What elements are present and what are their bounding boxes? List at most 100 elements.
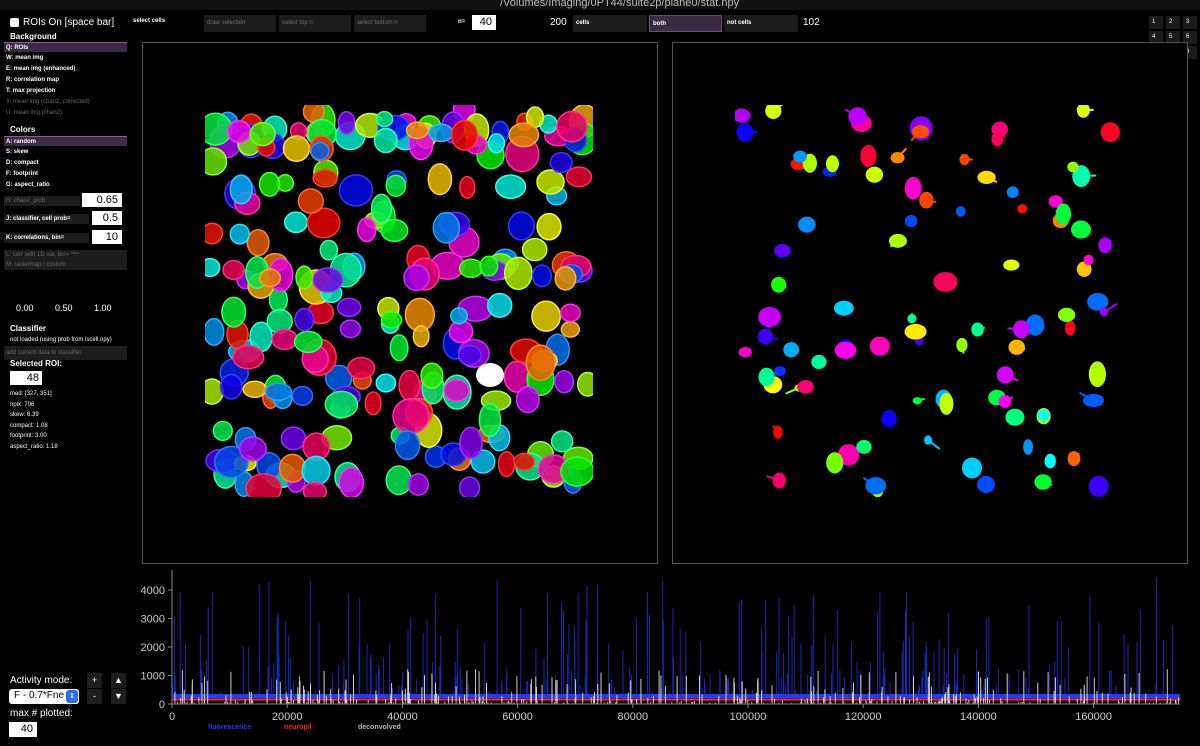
roi-mask[interactable]: [412, 325, 430, 348]
roi-mask[interactable]: [536, 212, 562, 241]
roi-mask[interactable]: [458, 258, 484, 279]
roi-mask[interactable]: [385, 465, 413, 496]
roi-mask[interactable]: [283, 211, 309, 234]
background-option-2[interactable]: E: mean img (enhanced): [4, 64, 127, 74]
draw-selection-button[interactable]: draw selection: [204, 15, 276, 32]
roi-mask[interactable]: [998, 395, 1012, 408]
roi-mask[interactable]: [302, 481, 328, 497]
roi-mask[interactable]: [389, 334, 409, 362]
roi-mask[interactable]: [869, 336, 890, 356]
background-option-4[interactable]: T: max projection: [4, 86, 127, 96]
color-option-4[interactable]: G: aspect_ratio: [4, 180, 127, 190]
roi-mask[interactable]: [507, 211, 535, 241]
roi-mask[interactable]: [370, 193, 393, 224]
roi-mask[interactable]: [280, 426, 307, 451]
roi-mask[interactable]: [450, 307, 469, 325]
roi-mask[interactable]: [531, 264, 553, 288]
background-option-5[interactable]: Y: mean img (chan2, corrected): [4, 97, 127, 107]
roi-mask[interactable]: [375, 110, 394, 128]
cells-roi-image[interactable]: [205, 105, 593, 497]
roi-mask[interactable]: [403, 264, 430, 292]
selected-roi-mask[interactable]: [476, 363, 504, 387]
roi-mask[interactable]: [356, 217, 377, 243]
roi-mask[interactable]: [783, 342, 800, 358]
roi-mask[interactable]: [550, 430, 574, 453]
color-option-2[interactable]: D: compact: [4, 158, 127, 168]
add-to-classifier-button[interactable]: add current data to classifier: [4, 346, 127, 360]
color-option-1[interactable]: S: skew: [4, 147, 127, 157]
view-button-2[interactable]: 2: [1166, 16, 1180, 29]
roi-mask[interactable]: [219, 373, 243, 400]
color-option-0[interactable]: A: random: [4, 136, 127, 146]
roi-mask[interactable]: [301, 455, 331, 486]
roi-mask[interactable]: [559, 303, 581, 323]
roi-mask[interactable]: [881, 409, 897, 428]
roi-mask[interactable]: [833, 300, 854, 316]
roi-mask[interactable]: [497, 450, 516, 478]
roi-mask[interactable]: [295, 265, 314, 290]
n-input[interactable]: 40: [472, 15, 496, 30]
select-top-n-button[interactable]: select top n: [279, 15, 351, 32]
roi-mask[interactable]: [407, 473, 429, 496]
roi-mask[interactable]: [848, 107, 868, 126]
roi-mask[interactable]: [774, 243, 791, 258]
view-button-3[interactable]: 3: [1183, 16, 1197, 29]
roi-mask[interactable]: [337, 110, 356, 135]
roi-mask[interactable]: [1083, 254, 1094, 266]
decrease-plotted-button[interactable]: -: [87, 689, 102, 704]
roi-mask[interactable]: [773, 366, 786, 377]
background-option-6[interactable]: U: mean img (chan2): [4, 108, 127, 118]
roi-mask[interactable]: [536, 169, 565, 195]
roi-mask[interactable]: [554, 369, 575, 394]
roi-mask[interactable]: [398, 369, 421, 402]
roi-mask[interactable]: [826, 452, 844, 474]
roi-mask[interactable]: [246, 228, 270, 257]
roi-mask[interactable]: [797, 380, 814, 394]
roi-mask[interactable]: [797, 216, 816, 233]
background-option-3[interactable]: R: correlation map: [4, 75, 127, 85]
rois-toggle[interactable]: ROIs On [space bar]: [10, 16, 114, 28]
view-button-1[interactable]: 1: [1149, 16, 1163, 29]
roi-mask[interactable]: [971, 322, 984, 337]
background-option-0[interactable]: Q: ROIs: [4, 42, 127, 52]
roi-mask[interactable]: [385, 174, 407, 197]
roi-mask[interactable]: [227, 120, 252, 144]
roi-mask[interactable]: [312, 168, 338, 188]
roi-mask[interactable]: [515, 385, 540, 414]
roi-mask[interactable]: [865, 166, 884, 183]
roi-mask[interactable]: [249, 121, 276, 147]
max-plotted-input[interactable]: 40: [9, 722, 37, 737]
chan2-prob-input[interactable]: 0.65: [82, 193, 122, 207]
cells-image-panel[interactable]: [142, 42, 658, 564]
roi-mask[interactable]: [459, 426, 483, 460]
corr-1d-button[interactable]: L: corr with 1D var, bin= ^^^: [4, 250, 127, 260]
roi-mask[interactable]: [1076, 105, 1090, 118]
roi-mask[interactable]: [549, 151, 573, 174]
correlations-button[interactable]: K: correlations, bin=: [4, 233, 89, 243]
roi-mask[interactable]: [955, 206, 966, 217]
rastermap-button[interactable]: M: rastermap / custom: [4, 260, 127, 270]
roi-mask[interactable]: [904, 323, 927, 340]
roi-mask[interactable]: [487, 133, 506, 154]
roi-mask[interactable]: [297, 188, 324, 214]
selected-roi-input[interactable]: 48: [10, 371, 42, 385]
rois-checkbox[interactable]: [10, 17, 19, 27]
not-cells-button[interactable]: not cells: [724, 15, 798, 32]
roi-mask[interactable]: [373, 127, 398, 154]
roi-mask[interactable]: [205, 317, 225, 346]
roi-mask[interactable]: [420, 362, 444, 389]
roi-mask[interactable]: [904, 176, 922, 200]
roi-mask[interactable]: [758, 367, 775, 387]
roi-mask[interactable]: [380, 311, 403, 329]
roi-mask[interactable]: [486, 292, 513, 318]
roi-mask[interactable]: [324, 390, 359, 419]
classifier-cell-prob-input[interactable]: 0.5: [92, 211, 122, 225]
roi-mask[interactable]: [904, 214, 918, 227]
roi-mask[interactable]: [428, 123, 454, 143]
roi-mask[interactable]: [825, 155, 839, 173]
roi-mask[interactable]: [560, 456, 593, 487]
roi-mask[interactable]: [405, 121, 429, 140]
roi-mask[interactable]: [531, 300, 562, 332]
roi-mask[interactable]: [1023, 439, 1033, 455]
roi-mask[interactable]: [513, 452, 536, 471]
